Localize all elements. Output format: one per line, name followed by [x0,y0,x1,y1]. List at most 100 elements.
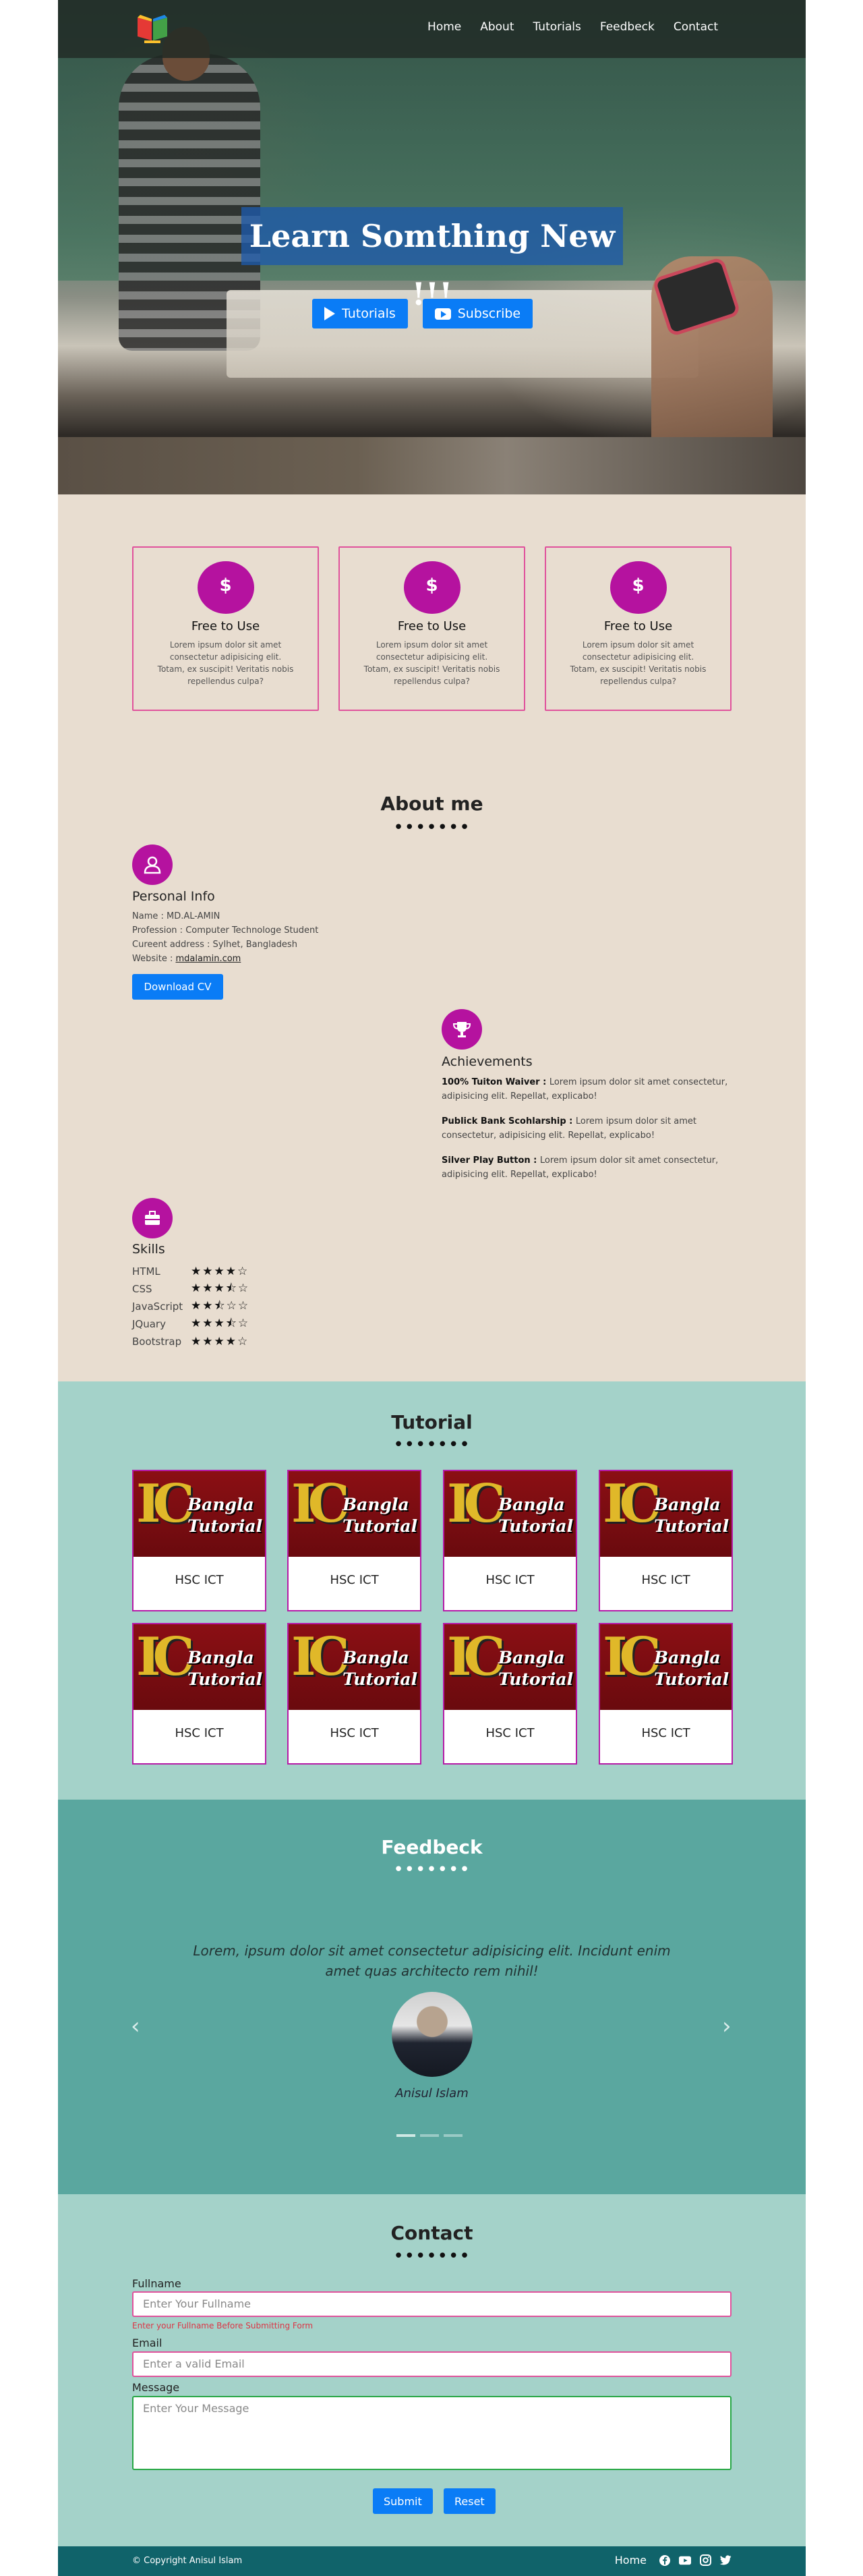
fullname-error: Enter your Fullname Before Submitting Fo… [132,2321,314,2330]
tutorial-card-label: HSC ICT [175,1573,224,1587]
subscribe-button-label: Subscribe [457,306,521,321]
star-rating: ★★★⯪☆ [191,1281,250,1295]
nav-link-contact[interactable]: Contact [674,20,718,34]
thumbnail-caption-line: Tutorial [654,1669,730,1689]
feature-card: $ Free to Use Lorem ipsum dolor sit amet… [132,546,319,711]
youtube-icon[interactable] [679,2554,691,2567]
personal-profession: Profession : Computer Technologe Student [132,925,319,936]
star-rating: ★★★⯪☆ [191,1316,250,1330]
skill-name: CSS [132,1283,152,1295]
facebook-icon[interactable] [659,2554,671,2567]
youtube-icon [434,308,451,320]
carousel-indicator[interactable] [420,2134,439,2137]
achievement-name: 100% Tuiton Waiver : [442,1077,549,1087]
thumbnail-caption: Bangla Tutorial [654,1647,729,1690]
dollar-hand-icon: $ [197,561,254,614]
tutorial-card[interactable]: IC Bangla Tutorial HSC ICT [443,1470,577,1611]
tutorial-card-label: HSC ICT [330,1573,379,1587]
briefcase-icon [132,1198,173,1238]
skill-name: HTML [132,1265,160,1278]
thumbnail-caption-line: Tutorial [498,1516,574,1536]
footer-home-link[interactable]: Home [615,2554,647,2567]
skill-row: JQuary ★★★⯪☆ [132,1315,249,1333]
tutorial-card[interactable]: IC Bangla Tutorial HSC ICT [443,1623,577,1765]
personal-info-title: Personal Info [132,889,215,904]
tutorial-card[interactable]: IC Bangla Tutorial HSC ICT [599,1623,733,1765]
skill-row: CSS ★★★⯪☆ [132,1280,249,1298]
achievement-name: Silver Play Button : [442,1155,540,1166]
star-rating: ★★⯪☆☆ [191,1298,250,1313]
tutorial-title: Tutorial [391,1411,473,1433]
thumbnail-caption-line: Bangla [343,1648,409,1667]
tutorial-card[interactable]: IC Bangla Tutorial HSC ICT [287,1470,421,1611]
download-cv-button[interactable]: Download CV [132,974,223,1000]
navbar: Home About Tutorials Feedbeck Contact [58,0,806,58]
instagram-icon[interactable] [699,2554,711,2567]
tutorial-thumbnail: IC Bangla Tutorial [444,1471,576,1557]
thumbnail-caption: Bangla Tutorial [343,1647,417,1690]
nav-link-feedback[interactable]: Feedbeck [600,20,655,34]
nav-links: Home About Tutorials Feedbeck Contact [427,20,718,34]
subscribe-button[interactable]: Subscribe [422,299,533,328]
thumbnail-caption-line: Bangla [498,1495,565,1514]
star-rating: ★★★★☆ [191,1265,249,1278]
submit-button[interactable]: Submit [373,2488,433,2514]
tutorial-card[interactable]: IC Bangla Tutorial HSC ICT [132,1470,266,1611]
tutorial-thumbnail: IC Bangla Tutorial [133,1471,265,1557]
tutorial-card[interactable]: IC Bangla Tutorial HSC ICT [599,1470,733,1611]
tutorial-thumbnail: IC Bangla Tutorial [600,1471,732,1557]
message-textarea[interactable]: Enter Your Message [132,2396,732,2470]
hero-title: Learn Somthing New !!! [241,207,623,312]
carousel-indicator[interactable] [396,2134,415,2137]
tutorials-button[interactable]: Tutorials [312,299,408,328]
tutorial-card[interactable]: IC Bangla Tutorial HSC ICT [287,1623,421,1765]
achievements-title: Achievements [442,1054,533,1069]
thumbnail-caption: Bangla Tutorial [187,1647,262,1690]
skill-row: JavaScript ★★⯪☆☆ [132,1298,249,1315]
feature-text: Lorem ipsum dolor sit amet consectetur a… [363,640,500,686]
dollar-hand-icon: $ [403,561,460,614]
nav-link-home[interactable]: Home [427,20,461,34]
carousel-indicator[interactable] [444,2134,463,2137]
footer: © Copyright Anisul Islam Home [58,2546,806,2576]
email-label: Email [132,2337,162,2349]
tutorial-dots: ••••••• [393,1435,471,1455]
email-input[interactable]: Enter a valid Email [132,2351,732,2377]
thumbnail-caption: Bangla Tutorial [654,1494,729,1537]
tutorial-card[interactable]: IC Bangla Tutorial HSC ICT [132,1623,266,1765]
feature-title: Free to Use [397,619,467,633]
tutorial-thumbnail: IC Bangla Tutorial [133,1624,265,1710]
fullname-input[interactable]: Enter Your Fullname [132,2291,732,2317]
trophy-icon [442,1009,482,1050]
thumbnail-caption-line: Tutorial [343,1669,418,1689]
website-link[interactable]: mdalamin.com [175,954,241,964]
page: Learn Somthing New !!! Tutorials Subscri… [58,0,806,2576]
nav-link-about[interactable]: About [480,20,514,34]
nav-link-tutorials[interactable]: Tutorials [533,20,581,34]
carousel-prev-button[interactable]: ‹ [131,2013,140,2040]
feature-title: Free to Use [603,619,673,633]
twitter-icon[interactable] [719,2554,732,2567]
reset-button[interactable]: Reset [444,2488,496,2514]
hero-buttons: Tutorials Subscribe [312,299,533,328]
feature-card: $ Free to Use Lorem ipsum dolor sit amet… [545,546,732,711]
carousel-next-button[interactable]: › [722,2013,732,2040]
skill-name: JavaScript [132,1300,183,1313]
feature-title: Free to Use [191,619,260,633]
book-logo-icon[interactable] [133,11,171,46]
skill-name: Bootstrap [132,1336,182,1348]
feedback-author: Anisul Islam [395,2086,469,2100]
ic-logo-mark: IC [291,1626,350,1688]
feedback-title: Feedbeck [381,1836,483,1858]
ic-logo-mark: IC [447,1626,506,1688]
website-prefix: Website : [132,954,176,964]
tutorial-thumbnail: IC Bangla Tutorial [444,1624,576,1710]
feedback-dots: ••••••• [393,1860,471,1880]
personal-website: Website : mdalamin.com [132,952,318,966]
achievement-item: 100% Tuiton Waiver : Lorem ipsum dolor s… [442,1075,732,1104]
about-dots: ••••••• [393,818,471,838]
hero-bottom-strip [58,437,806,494]
achievement-item: Publick Bank Scohlarship : Lorem ipsum d… [442,1114,732,1143]
ic-logo-mark: IC [603,1473,661,1535]
achievement-name: Publick Bank Scohlarship : [442,1116,576,1126]
